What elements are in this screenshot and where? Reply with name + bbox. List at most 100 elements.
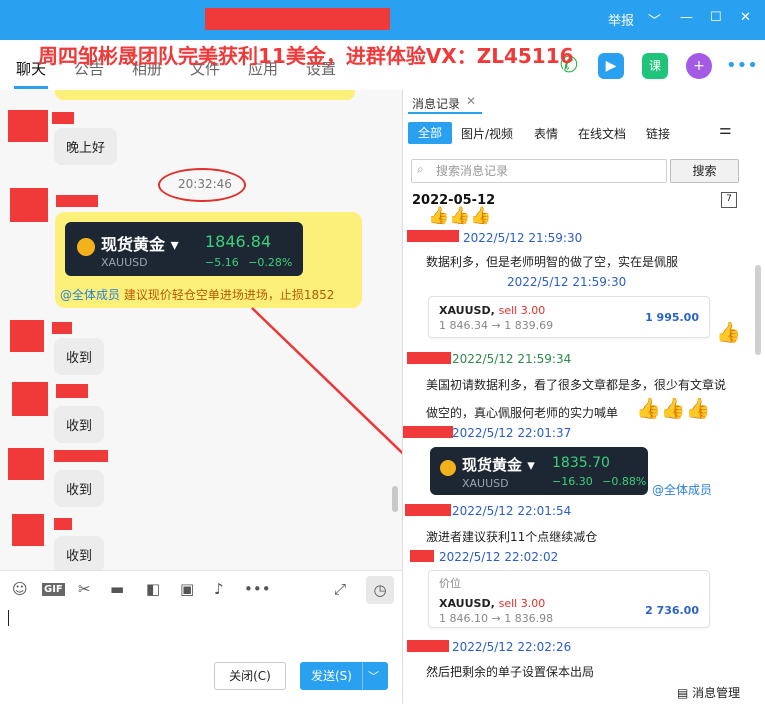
gif-icon[interactable]: GIF bbox=[42, 583, 65, 596]
history-message: 数据利多，但是老师明智的做了空，实在是佩服 bbox=[426, 255, 679, 269]
chat-bubble-text: 收到 bbox=[66, 419, 93, 434]
classroom-icon[interactable]: 课 bbox=[642, 53, 668, 79]
chat-bubble-text: 收到 bbox=[66, 549, 93, 564]
gold-price: 1846.84 bbox=[205, 232, 272, 251]
redacted-sender-name bbox=[407, 640, 449, 652]
tab-active-indicator bbox=[14, 86, 48, 89]
history-scrollbar[interactable] bbox=[755, 265, 761, 355]
gold-logo-icon bbox=[440, 460, 456, 476]
quote-range: 1 846.34 → 1 839.69 bbox=[439, 319, 554, 332]
folder-icon[interactable]: ▬ bbox=[110, 580, 124, 598]
more-icon[interactable]: ••• bbox=[726, 53, 758, 79]
redacted-sender-name bbox=[407, 230, 459, 242]
gold-title: 现货黄金 ▾ bbox=[101, 235, 179, 254]
mention-all[interactable]: @全体成员 bbox=[652, 481, 712, 498]
smile-icon[interactable]: ☺ bbox=[12, 580, 28, 598]
mention-all[interactable]: @全体成员 bbox=[60, 288, 120, 302]
chat-timestamp: 20:32:46 bbox=[178, 177, 232, 191]
minimize-button[interactable]: — bbox=[680, 10, 693, 25]
chat-bubble-text: 晚上好 bbox=[66, 141, 106, 156]
avatar bbox=[12, 514, 44, 546]
close-history-icon[interactable]: ✕ bbox=[466, 94, 476, 108]
quote-amount: 1 995.00 bbox=[645, 311, 699, 324]
history-message: 然后把剩余的单子设置保本出局 bbox=[426, 665, 595, 679]
filter-media[interactable]: 图片/视频 bbox=[461, 125, 513, 142]
thumbs-up-icon: 👍👍👍 bbox=[636, 396, 711, 420]
quote-symbol: XAUUSD, sell 3.00 bbox=[439, 304, 546, 317]
more-tools-icon[interactable]: ••• bbox=[244, 580, 271, 598]
mention-text: 建议现价轻仓空单进场进场，止损1852 bbox=[123, 288, 335, 302]
history-timestamp: 2022/5/12 22:02:26 bbox=[452, 640, 572, 654]
add-app-icon[interactable]: + bbox=[686, 53, 712, 79]
close-window-button[interactable]: ✕ bbox=[740, 10, 751, 25]
gold-quote-widget[interactable]: 现货黄金 ▾ XAUUSD 1835.70 −16.30 −0.88% bbox=[430, 447, 648, 495]
image-icon[interactable]: ▣ bbox=[180, 580, 194, 598]
promo-banner: 周四邹彬晟团队完美获利11美金，进群体验VX：ZL45116 bbox=[38, 44, 574, 68]
history-search-input[interactable]: 搜索消息记录 bbox=[411, 159, 667, 183]
scissors-icon[interactable]: ✂ bbox=[78, 580, 91, 598]
history-timestamp: 2022/5/12 22:02:02 bbox=[439, 550, 559, 564]
chat-bubble-text: 收到 bbox=[66, 483, 93, 498]
quote-symbol: XAUUSD, sell 3.00 bbox=[439, 597, 546, 610]
history-message: 激进者建议获利11个点继续减仓 bbox=[426, 530, 598, 544]
gold-symbol: XAUUSD bbox=[101, 256, 148, 269]
bell-icon[interactable]: ♪ bbox=[214, 580, 224, 598]
history-tab-title[interactable]: 消息记录 bbox=[412, 95, 460, 112]
redacted-sender-name bbox=[56, 384, 88, 398]
message-management-link[interactable]: ▤ 消息管理 bbox=[677, 684, 740, 701]
thumbs-up-icon: 👍 bbox=[716, 320, 741, 344]
redacted-sender-name bbox=[403, 426, 453, 438]
gold-change: −5.16 −0.28% bbox=[205, 256, 293, 269]
history-timestamp: 2022/5/12 21:59:34 bbox=[452, 352, 572, 366]
expand-icon[interactable]: ⤢ bbox=[334, 580, 346, 598]
chat-bubble: 收到 bbox=[54, 536, 105, 570]
redacted-sender-name bbox=[405, 504, 451, 516]
collapse-button[interactable]: ﹀ bbox=[648, 10, 661, 29]
calendar-icon[interactable]: 7 bbox=[721, 192, 737, 208]
chat-scrollbar[interactable] bbox=[392, 486, 398, 512]
report-button[interactable]: 举报 bbox=[608, 10, 634, 29]
history-clock-icon[interactable]: ◷ bbox=[366, 576, 394, 604]
quote-range: 1 846.10 → 1 836.98 bbox=[439, 612, 554, 625]
previous-card-edge bbox=[55, 90, 355, 100]
video-call-icon[interactable]: ▶ bbox=[598, 53, 624, 79]
filter-all[interactable]: 全部 bbox=[408, 122, 452, 144]
trade-quote-card[interactable]: XAUUSD, sell 3.00 1 846.34 → 1 839.69 1 … bbox=[428, 296, 710, 338]
input-caret bbox=[8, 610, 9, 626]
close-button[interactable]: 关闭(C) bbox=[214, 662, 286, 690]
avatar bbox=[10, 188, 48, 222]
history-message: 做空的，真心佩服何老师的实力喊单 bbox=[426, 406, 619, 420]
redacted-sender-name bbox=[410, 550, 434, 562]
send-options-chevron-icon[interactable]: ﹀ bbox=[368, 668, 379, 684]
gold-change: −16.30 −0.88% bbox=[552, 475, 647, 488]
filter-docs[interactable]: 在线文档 bbox=[578, 125, 626, 142]
history-tab-underline bbox=[408, 112, 482, 114]
maximize-button[interactable]: ☐ bbox=[710, 10, 722, 25]
gold-price: 1835.70 bbox=[552, 455, 610, 471]
gold-quote-widget[interactable]: 现货黄金 ▾ XAUUSD 1846.84 −5.16 −0.28% bbox=[65, 222, 303, 276]
redacted-group-name bbox=[205, 8, 390, 30]
avatar bbox=[12, 382, 48, 416]
chat-message-area: 晚上好 20:32:46 现货黄金 ▾ XAUUSD 1846.84 −5.16… bbox=[0, 90, 402, 570]
chat-bubble: 收到 bbox=[54, 338, 105, 375]
thumbs-up-icon: 👍👍👍 bbox=[428, 206, 492, 226]
filter-links[interactable]: 链接 bbox=[646, 125, 670, 142]
chat-bubble: 晚上好 bbox=[54, 128, 118, 165]
avatar bbox=[8, 448, 44, 480]
gold-symbol: XAUUSD bbox=[462, 477, 509, 490]
filter-emoji[interactable]: 表情 bbox=[534, 125, 558, 142]
quote-amount: 2 736.00 bbox=[645, 604, 699, 617]
avatar bbox=[10, 320, 44, 352]
mention-line: @全体成员 建议现价轻仓空单进场进场，止损1852 bbox=[60, 286, 334, 303]
chat-bubble-text: 收到 bbox=[66, 351, 93, 366]
redacted-sender-name bbox=[52, 112, 74, 124]
redacted-sender-name bbox=[54, 450, 108, 462]
sticker-icon[interactable]: ◧ bbox=[146, 580, 160, 598]
avatar bbox=[8, 110, 48, 142]
quote-label: 价位 bbox=[439, 577, 461, 590]
filter-settings-icon[interactable]: ⚌ bbox=[719, 122, 732, 138]
chat-bubble: 收到 bbox=[54, 406, 105, 443]
trade-quote-card[interactable]: 价位 XAUUSD, sell 3.00 1 846.10 → 1 836.98… bbox=[428, 570, 710, 628]
history-timestamp: 2022/5/12 21:59:30 bbox=[463, 231, 583, 245]
search-button[interactable]: 搜索 bbox=[670, 159, 739, 183]
